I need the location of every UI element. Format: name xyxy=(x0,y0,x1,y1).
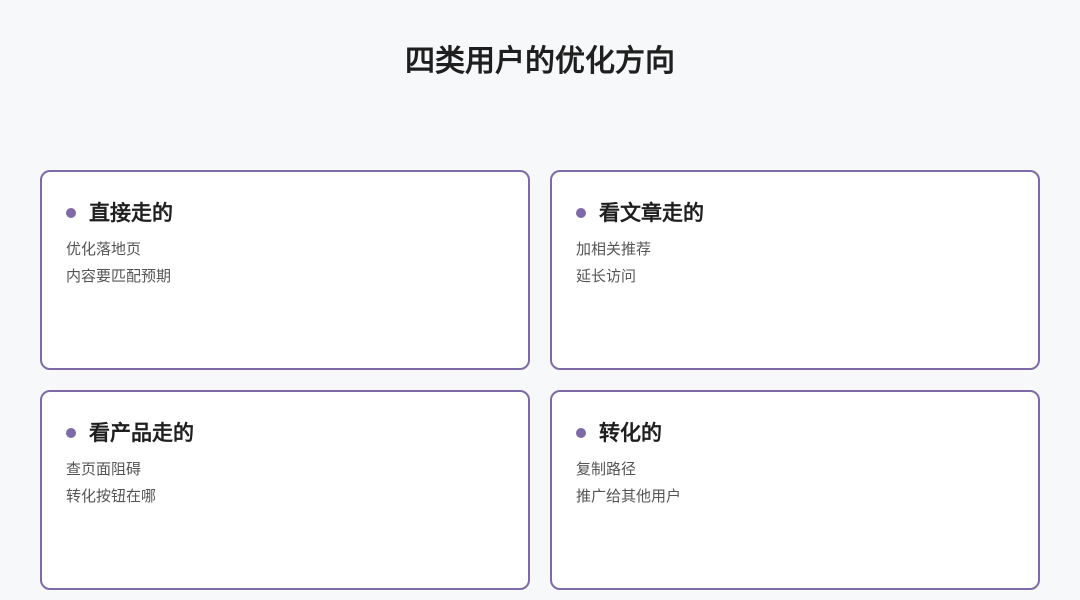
card-header: 看文章走的 xyxy=(576,198,1014,228)
bullet-dot-icon xyxy=(576,428,586,438)
bullet-dot-icon xyxy=(66,208,76,218)
bullet-dot-icon xyxy=(66,428,76,438)
card-header: 看产品走的 xyxy=(66,418,504,448)
user-type-grid: 直接走的 优化落地页 内容要匹配预期 看文章走的 加相关推荐 延长访问 看产品走… xyxy=(40,170,1040,590)
card-line: 复制路径 xyxy=(576,460,637,478)
card-body: 加相关推荐 延长访问 xyxy=(576,236,1014,290)
card-direct-exit: 直接走的 优化落地页 内容要匹配预期 xyxy=(40,170,530,370)
card-title: 看产品走的 xyxy=(89,421,194,445)
card-line: 推广给其他用户 xyxy=(576,487,682,505)
page-title: 四类用户的优化方向 xyxy=(405,44,675,79)
card-product-exit: 看产品走的 查页面阻碍 转化按钮在哪 xyxy=(40,390,530,590)
card-body: 优化落地页 内容要匹配预期 xyxy=(66,236,504,290)
card-converted: 转化的 复制路径 推广给其他用户 xyxy=(550,390,1040,590)
card-line: 延长访问 xyxy=(576,267,637,285)
card-title: 转化的 xyxy=(599,421,662,445)
card-line: 加相关推荐 xyxy=(576,240,652,258)
card-title: 看文章走的 xyxy=(599,201,704,225)
card-article-exit: 看文章走的 加相关推荐 延长访问 xyxy=(550,170,1040,370)
card-body: 复制路径 推广给其他用户 xyxy=(576,456,1014,510)
card-line: 内容要匹配预期 xyxy=(66,267,172,285)
card-header: 转化的 xyxy=(576,418,1014,448)
card-title: 直接走的 xyxy=(89,201,173,225)
bullet-dot-icon xyxy=(576,208,586,218)
card-line: 优化落地页 xyxy=(66,240,142,258)
card-header: 直接走的 xyxy=(66,198,504,228)
card-line: 查页面阻碍 xyxy=(66,460,142,478)
card-line: 转化按钮在哪 xyxy=(66,487,157,505)
card-body: 查页面阻碍 转化按钮在哪 xyxy=(66,456,504,510)
